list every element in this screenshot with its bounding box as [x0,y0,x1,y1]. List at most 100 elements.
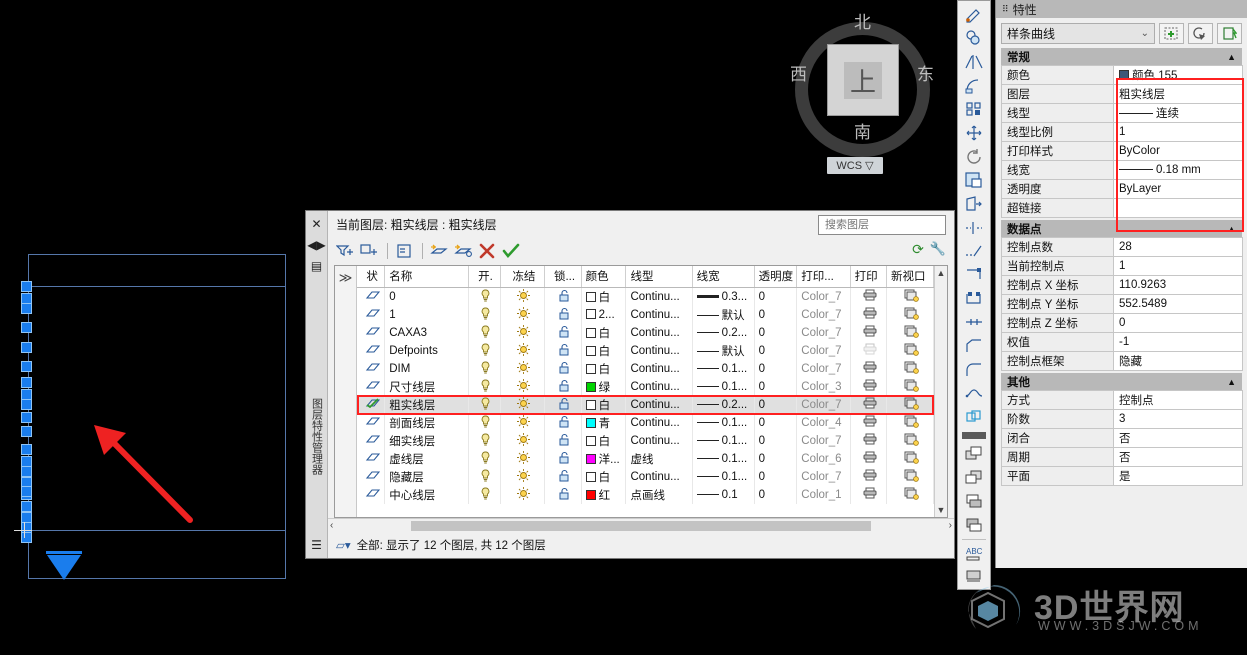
layer-name-cell[interactable]: CAXA3 [384,323,469,342]
layer-linetype-cell[interactable]: 虚线 [625,449,693,468]
collapse-arrow-icon[interactable]: ▲ [1227,52,1236,62]
layer-new-vp-icon[interactable] [886,305,934,324]
layer-plotstyle-cell[interactable]: Color_7 [796,305,851,324]
property-value[interactable]: 0 [1113,313,1243,333]
layer-on-icon[interactable] [468,413,501,432]
layer-status-icon[interactable] [357,431,386,450]
property-row[interactable]: 控制点 Y 坐标 552.5489 [1001,294,1243,314]
layer-transparency-cell[interactable]: 0 [754,467,798,486]
property-value[interactable]: 28 [1113,237,1243,257]
layer-plotstyle-cell[interactable]: Color_7 [796,395,851,414]
layer-name-cell[interactable]: 0 [384,287,469,306]
layer-plot-icon[interactable] [850,467,887,486]
layer-lineweight-cell[interactable]: 0.1 [692,485,755,504]
layer-new-vp-icon[interactable] [886,431,934,450]
spline-grip[interactable] [21,361,32,372]
property-value[interactable]: 控制点 [1113,390,1243,410]
layer-plot-icon[interactable] [850,323,887,342]
layer-status-icon[interactable] [357,323,386,342]
horizontal-scrollbar[interactable]: ‹ › [328,518,954,532]
table-row[interactable]: 1 2... Continu... 默认 0 Color_7 [357,305,934,324]
property-row[interactable]: 平面是 [1001,466,1243,486]
layer-freeze-icon[interactable] [500,467,546,486]
property-row[interactable]: 闭合否 [1001,428,1243,448]
spline-grip[interactable] [21,466,32,477]
send-to-back-icon[interactable] [960,466,988,490]
layer-status-icon[interactable] [357,395,386,414]
property-value[interactable]: 552.5489 [1113,294,1243,314]
viewcube-south-label[interactable]: 南 [854,118,871,143]
layer-on-icon[interactable] [468,305,501,324]
layer-lock-icon[interactable] [544,467,582,486]
layer-new-vp-icon[interactable] [886,359,934,378]
viewcube-top-face[interactable]: 上 [827,44,899,116]
auto-hide-icon[interactable]: ◀▶ [307,236,325,254]
settings-wrench-icon[interactable]: 🔧 [930,241,946,258]
layer-freeze-icon[interactable] [500,377,546,396]
layer-linetype-cell[interactable]: Continu... [625,359,693,378]
layer-on-icon[interactable] [468,467,501,486]
rotate-icon[interactable] [960,145,988,169]
layer-status-icon[interactable] [357,377,386,396]
layer-new-vp-icon[interactable] [886,485,934,504]
column-header[interactable]: 线宽 [692,266,755,288]
property-row[interactable]: 阶数 3 [1001,409,1243,429]
property-value[interactable]: 否 [1113,447,1243,467]
layer-lock-icon[interactable] [544,431,582,450]
chamfer-icon[interactable] [960,334,988,358]
layer-status-icon[interactable] [357,467,386,486]
property-row[interactable]: 控制点数 28 [1001,237,1243,257]
property-value[interactable]: 1 [1113,256,1243,276]
break-icon[interactable] [960,287,988,311]
move-icon[interactable] [960,121,988,145]
layer-on-icon[interactable] [468,341,501,360]
layer-freeze-icon[interactable] [500,305,546,324]
spline-grip[interactable] [21,399,32,410]
layer-linetype-cell[interactable]: Continu... [625,467,693,486]
layer-color-cell[interactable]: 白 [581,431,627,450]
layer-lineweight-cell[interactable]: 0.1... [692,467,755,486]
property-section-header[interactable]: 其他 ▲ [1001,373,1242,390]
layer-name-cell[interactable]: 剖面线层 [384,413,469,432]
layer-transparency-cell[interactable]: 0 [754,305,798,324]
scroll-up-icon[interactable]: ▲ [937,268,946,278]
layer-name-cell[interactable]: 中心线层 [384,485,469,504]
layer-filter-icon[interactable]: ▱▾ [336,538,351,552]
bring-to-front-icon[interactable] [960,442,988,466]
layer-properties-manager-dialog[interactable]: ✕ ◀▶ ▤ 图层特性管理器 ☰ 当前图层: 粗实线层 : 粗实线层 搜索图层 … [305,210,984,559]
scroll-right-icon[interactable]: › [949,520,952,531]
layer-on-icon[interactable] [468,431,501,450]
layer-transparency-cell[interactable]: 0 [754,449,798,468]
property-row[interactable]: 控制点框架 隐藏 [1001,351,1243,371]
vertical-scrollbar[interactable]: ▲ ▼ [934,266,947,517]
layer-plot-icon[interactable] [850,341,887,360]
layer-transparency-cell[interactable]: 0 [754,431,798,450]
spline-grip[interactable] [21,303,32,314]
layer-plotstyle-cell[interactable]: Color_7 [796,323,851,342]
spline-grip[interactable] [21,322,32,333]
column-header[interactable]: 冻结 [500,266,546,288]
layers-stack-icon[interactable]: ☰ [308,536,326,554]
column-header[interactable]: 新视口 [886,266,934,288]
table-row[interactable]: 虚线层 洋... 虚线 0.1... 0 Color_6 [357,449,934,468]
layer-lineweight-cell[interactable]: 0.1... [692,377,755,396]
layer-linetype-cell[interactable]: Continu... [625,323,693,342]
layer-freeze-icon[interactable] [500,323,546,342]
viewcube[interactable]: 北 南 西 东 上 WCS ▽ [762,2,947,187]
layer-linetype-cell[interactable]: Continu... [625,287,693,306]
layer-name-cell[interactable]: 1 [384,305,469,324]
layer-color-cell[interactable]: 2... [581,305,627,324]
layer-on-icon[interactable] [468,287,501,306]
fillet-icon[interactable] [960,358,988,382]
modify-toolbar[interactable]: ABC [957,0,991,590]
toolbar-grip-handle[interactable] [962,431,986,440]
layer-plotstyle-cell[interactable]: Color_7 [796,341,851,360]
offset-icon[interactable] [960,74,988,98]
property-value[interactable]: -1 [1113,332,1243,352]
layer-plot-icon[interactable] [850,449,887,468]
layer-freeze-icon[interactable] [500,341,546,360]
property-value[interactable]: 隐藏 [1113,351,1243,371]
delete-layer-icon[interactable] [476,241,498,261]
layer-grid[interactable]: 状名称 开. 冻结 锁... 颜色 线型 线宽 透明度 打印... 打印 新视口 0 白 Continu… [357,266,934,517]
table-row[interactable]: 中心线层 红点画线 0.1 0 Color_1 [357,485,934,504]
